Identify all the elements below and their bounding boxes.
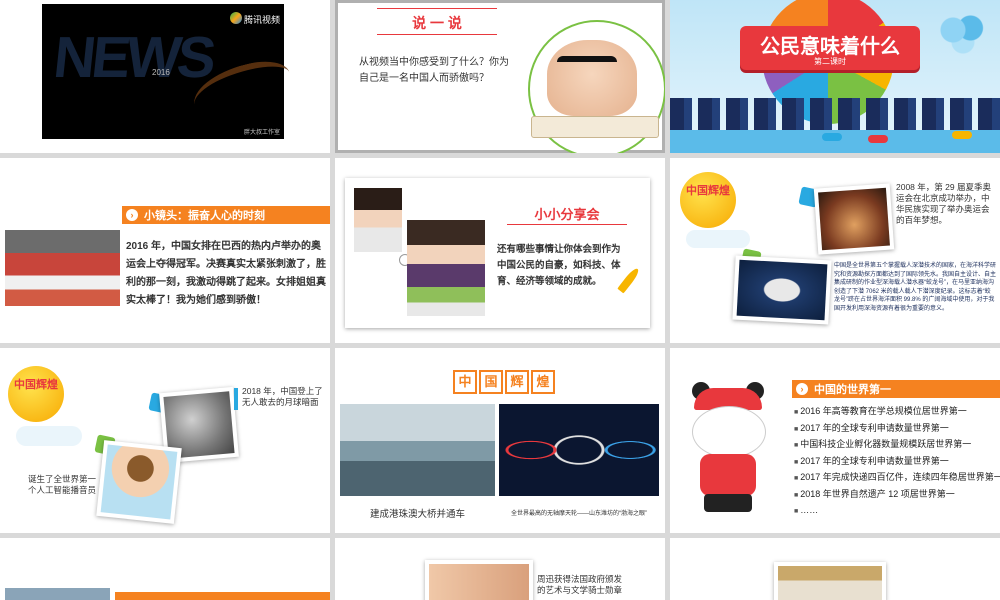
title-underline — [507, 224, 627, 225]
group-photo-frame — [774, 562, 886, 600]
video-logo-text: 腾讯视频 — [244, 15, 281, 25]
caption-bridge: 建成港珠澳大桥并通车 — [369, 509, 465, 520]
slide-thumbnail-6[interactable]: 中国辉煌 2008 年，第 29 届夏季奥运会在北京成功举办，中华民族实现了举办… — [670, 158, 1000, 343]
portrait-photo — [429, 564, 529, 600]
submersible-photo-frame — [732, 255, 832, 325]
car-icon — [822, 133, 842, 141]
list-item: 2017 年完成快递四百亿件，连续四年稳居世界第一 — [794, 470, 1000, 487]
slide-title: 说 一 说 — [412, 15, 462, 31]
caption-ferris-wheel: 全世界最高的无轴摩天轮——山东潍坊的“渤海之眼” — [511, 511, 647, 517]
cloud-decoration — [686, 230, 750, 248]
volleyball-team-photo — [5, 230, 120, 306]
tencent-video-logo-icon — [230, 12, 242, 24]
slide-thumbnail-4[interactable]: › 小镜头：振奋人心的时刻 2016 年，中国女排在巴西的热内卢举办的奥运会上夺… — [0, 158, 330, 343]
slide-thumbnail-1[interactable]: NEWS 腾讯视频 2016 胖大叔工作室 — [0, 0, 330, 153]
slide-thumbnail-10[interactable] — [0, 538, 330, 600]
slide-thumbnail-3[interactable]: 公民意味着什么 第二课时 — [670, 0, 1000, 153]
slide-thumbnail-12[interactable] — [670, 538, 1000, 600]
section-header-bar — [115, 592, 330, 600]
slide-thumbnail-8[interactable]: 中 国 辉 煌 建成港珠澳大桥并通车 全世界最高的无轴摩天轮——山东潍坊的“渤海… — [335, 348, 665, 533]
student-with-books-photo — [407, 220, 485, 316]
portrait-photo-frame — [425, 560, 533, 600]
caption-bar — [234, 388, 238, 410]
section-header: 小镜头：振奋人心的时刻 — [144, 210, 265, 222]
china-glory-balloon — [680, 172, 736, 228]
girl-photo — [354, 188, 402, 252]
slide-thumbnail-11[interactable]: 周迅获得法国政府颁发的艺术与文学骑士勋章 — [335, 538, 665, 600]
balloons-cluster-image — [938, 14, 988, 54]
arrow-icon: › — [796, 383, 808, 395]
question-text: 从视频当中你感受到了什么？你为自己是一名中国人而骄傲吗？ — [359, 57, 509, 84]
caption-olympics: 2008 年，第 29 届夏季奥运会在北京成功举办，中华民族实现了举办奥运会的百… — [896, 182, 991, 225]
badge-text: 中国辉煌 — [686, 185, 730, 197]
olympics-photo-frame — [813, 183, 895, 255]
title-tiles: 中 国 辉 煌 — [453, 370, 555, 394]
list-item: 2017 年的全球专利申请数量世界第一 — [794, 421, 998, 438]
title-char: 中 — [453, 370, 477, 394]
slide-thumbnail-2[interactable]: 说 一 说 从视频当中你感受到了什么？你为自己是一名中国人而骄傲吗？ — [335, 0, 665, 153]
slide-thumbnail-7[interactable]: 中国辉煌 2018 年，中国登上了无人敢去的月球暗面 诞生了全世界第一个人工智能… — [0, 348, 330, 533]
video-year: 2016 — [152, 68, 170, 77]
title-char: 国 — [479, 370, 503, 394]
list-item: 中国科技企业孵化器数量规模跃居世界第一 — [794, 437, 998, 454]
section-header-bar: › 中国的世界第一 — [792, 380, 1000, 398]
panda-legs — [704, 494, 752, 512]
caption-portrait: 周迅获得法国政府颁发的艺术与文学骑士勋章 — [537, 574, 623, 595]
list-item: …… — [794, 503, 998, 520]
list-item: 2017 年的全球专利申请数量世界第一 — [794, 454, 998, 471]
title-bottom-line — [377, 34, 497, 35]
video-credit: 胖大叔工作室 — [243, 130, 280, 136]
slide-title: 公民意味着什么 — [760, 36, 900, 58]
bridge-photo — [340, 404, 495, 496]
glasses-icon — [557, 56, 617, 76]
achievement-list: 2016 年高等教育在学总规模位居世界第一 2017 年的全球专利申请数量世界第… — [794, 404, 1000, 520]
ai-anchor-cartoon — [100, 444, 178, 520]
ai-anchor-frame — [96, 440, 182, 524]
title-char: 煌 — [531, 370, 555, 394]
arrow-icon: › — [126, 209, 138, 221]
section-header-bar: › 小镜头：振奋人心的时刻 — [122, 206, 330, 224]
olympics-photo — [818, 187, 890, 251]
panda-face — [692, 406, 766, 458]
slide-subtitle: 第二课时 — [814, 57, 846, 66]
book-image — [531, 116, 659, 138]
caption-submersible: 中国是全世界第五个掌握载人深潜技术的国家，在海洋科学研究和资源勘探方面都达到了国… — [834, 263, 997, 312]
list-item: 2016 年高等教育在学总规模位居世界第一 — [794, 404, 998, 421]
city-skyline-image — [670, 98, 1000, 130]
caption-moon: 2018 年，中国登上了无人敢去的月球暗面 — [242, 386, 323, 407]
panda-mascot-image — [686, 378, 772, 518]
slide-title: 小小分享会 — [534, 207, 600, 222]
car-icon — [952, 131, 972, 139]
cloud-decoration — [16, 426, 82, 446]
title-top-line — [377, 8, 497, 9]
china-glory-balloon — [8, 366, 64, 422]
badge-text: 中国辉煌 — [14, 379, 58, 391]
ferris-wheel-photo — [499, 404, 659, 496]
list-item: 2018 年世界自然遗产 12 项居世界第一 — [794, 487, 998, 504]
body-text: 2016 年，中国女排在巴西的热内卢举办的奥运会上夺得冠军。决赛真实太紧张刺激了… — [126, 241, 326, 306]
video-frame[interactable]: NEWS 腾讯视频 2016 胖大叔工作室 — [42, 4, 297, 139]
panda-body — [700, 454, 756, 496]
slide-photo — [5, 588, 110, 600]
section-header: 中国的世界第一 — [814, 384, 891, 396]
car-icon — [868, 135, 888, 143]
body-text: 还有哪些事情让你体会到作为中国公民的自豪，如科技、体育、经济等领域的成就。 — [497, 244, 621, 287]
baby-image — [547, 40, 637, 116]
group-photo — [778, 566, 882, 600]
slide-thumbnail-9[interactable]: › 中国的世界第一 2016 年高等教育在学总规模位居世界第一 2017 年的全… — [670, 348, 1000, 533]
submersible-photo — [736, 259, 828, 321]
news-big-text: NEWS — [50, 25, 216, 90]
slide-thumbnail-5[interactable]: 小小分享会 还有哪些事情让你体会到作为中国公民的自豪，如科技、体育、经济等领域的… — [335, 158, 665, 343]
title-char: 辉 — [505, 370, 529, 394]
caption-ai-anchor: 诞生了全世界第一个人工智能播音员 — [28, 474, 97, 495]
